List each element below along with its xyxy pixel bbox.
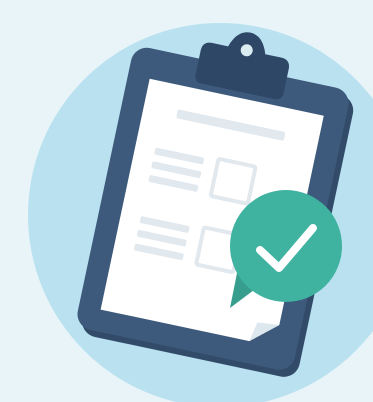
clipboard-illustration [0,0,373,402]
clipboard-illustration-svg [0,0,373,402]
checkmark-badge-circle [230,190,342,302]
